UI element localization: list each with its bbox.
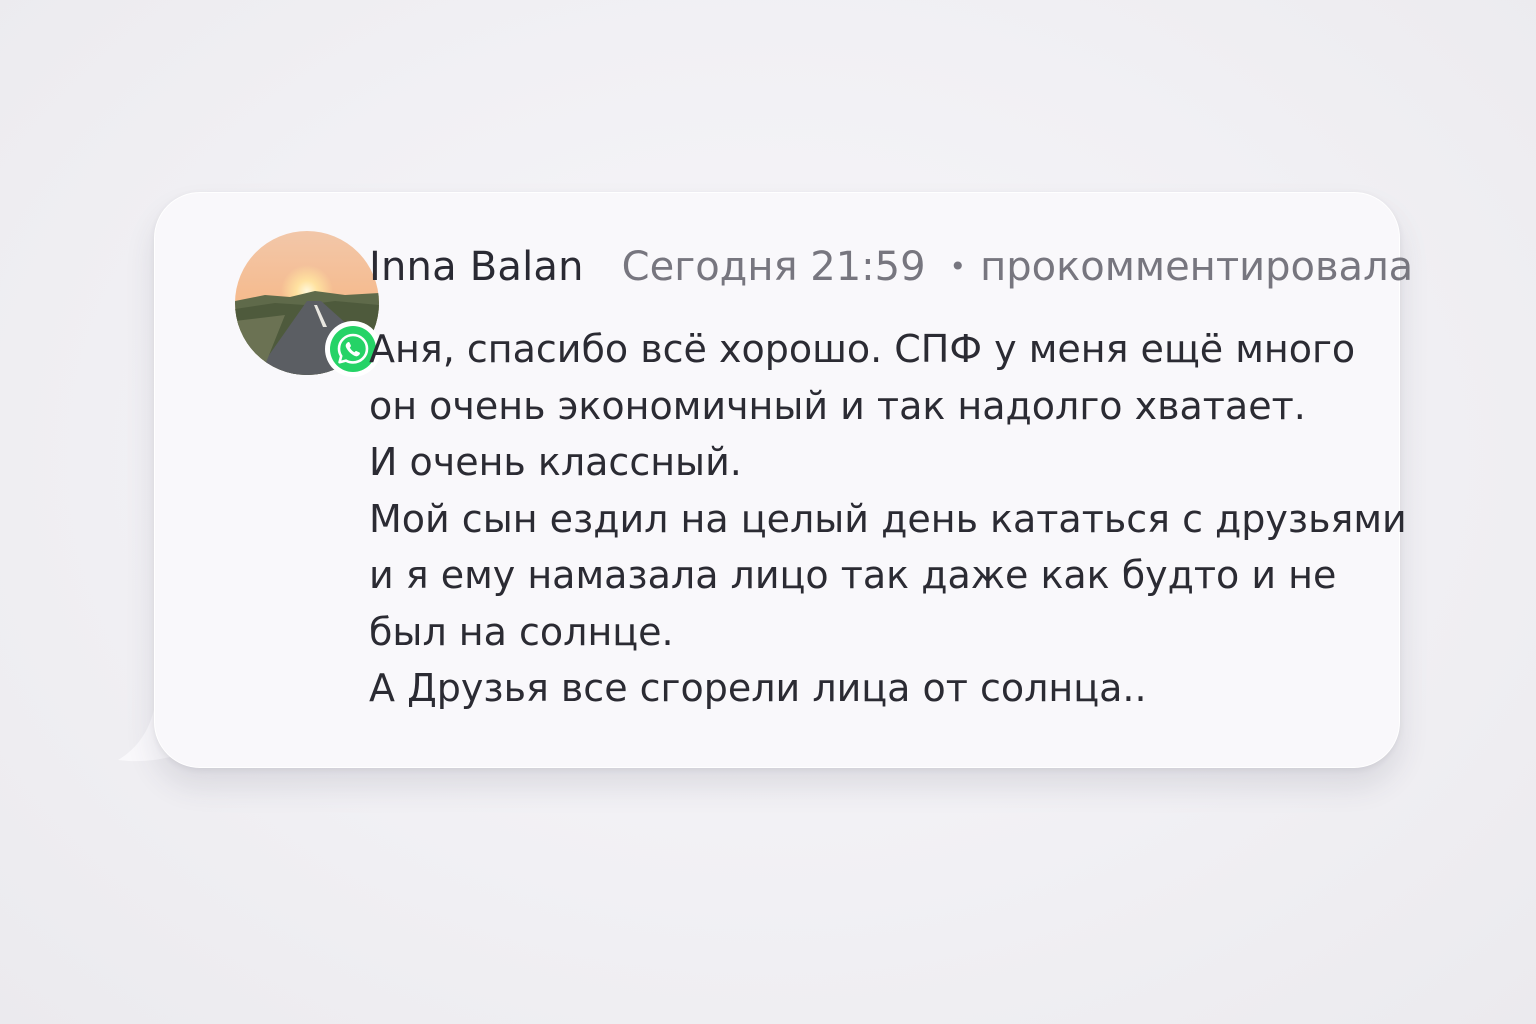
comment-line: Аня, спасибо всё хорошо. СПФ у меня ещё … bbox=[369, 327, 1356, 371]
comment-timestamp: Сегодня 21:59 bbox=[621, 244, 926, 290]
speech-bubble: Inna Balan Сегодня 21:59 • прокомментировал… bbox=[154, 192, 1413, 768]
comment-line: Мой сын ездил на целый день кататься с д… bbox=[369, 496, 1407, 541]
author-name[interactable]: Inna Balan bbox=[369, 244, 584, 290]
comment-line: был на солнце. bbox=[369, 609, 674, 654]
comment-line: А Друзья все сгорели лица от солнца.. bbox=[369, 666, 1147, 710]
comment-line: И очень классный. bbox=[369, 440, 742, 484]
page-background: Inna Balan Сегодня 21:59 • прокомментировал… bbox=[0, 0, 1536, 1024]
comment-header: Inna Balan Сегодня 21:59 • прокомментировал… bbox=[369, 239, 1413, 299]
comment-line: он очень экономичный и так надолго хвата… bbox=[369, 383, 1306, 428]
comment-text: Аня, спасибо всё хорошо. СПФ у меня ещё … bbox=[369, 321, 1409, 717]
comment-action: прокомментировала bbox=[980, 244, 1414, 290]
comment-card: Inna Balan Сегодня 21:59 • прокомментировал… bbox=[118, 192, 1413, 782]
separator-dot: • bbox=[949, 250, 967, 283]
comment-line: и я ему намазала лицо так даже как будто… bbox=[369, 553, 1337, 597]
